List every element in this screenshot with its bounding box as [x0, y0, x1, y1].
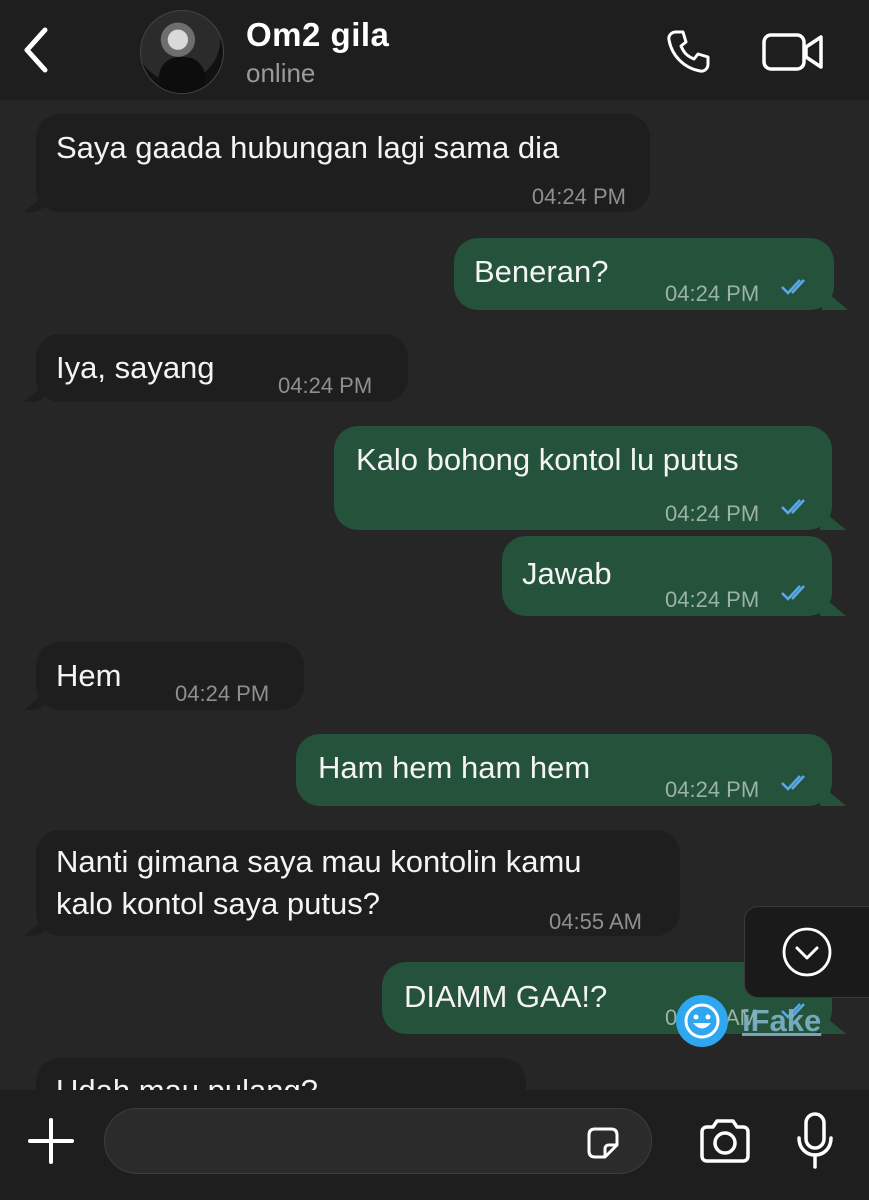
microphone-icon	[797, 1112, 833, 1169]
watermark-text: iFake	[742, 1003, 822, 1038]
video-call-button[interactable]	[758, 28, 828, 76]
message-time: 04:24 PM	[665, 587, 760, 612]
message-text: Udah mau pulang?	[56, 1070, 318, 1090]
message-incoming[interactable]: Iya, sayang 04:24 PM	[36, 334, 408, 402]
compose-bar	[0, 1090, 869, 1200]
plus-icon	[28, 1118, 74, 1164]
message-time: 04:24 PM	[531, 184, 626, 209]
message-outgoing[interactable]: Ham hem ham hem 04:24 PM	[296, 734, 832, 806]
avatar[interactable]	[140, 10, 224, 94]
phone-icon	[667, 30, 710, 73]
message-outgoing[interactable]: Beneran? 04:24 PM	[454, 238, 834, 310]
message-text: Kalo bohong kontol lu putus	[356, 442, 739, 477]
message-text: Beneran?	[474, 254, 609, 289]
message-time: 04:24 PM	[665, 777, 760, 802]
message-incoming[interactable]: Hem 04:24 PM	[36, 642, 304, 710]
message-time: 04:24 PM	[278, 373, 373, 398]
back-button[interactable]	[14, 22, 58, 78]
message-time: 04:24 PM	[175, 681, 270, 706]
message-text: DIAMM GAA!?	[404, 979, 608, 1014]
message-time: 04:24 PM	[665, 501, 760, 526]
camera-button[interactable]	[696, 1114, 754, 1168]
contact-name[interactable]: Om2 gila	[246, 16, 389, 54]
chevron-down-circle-icon	[782, 927, 832, 977]
scroll-to-bottom-button[interactable]	[744, 906, 869, 998]
message-incoming[interactable]: Nanti gimana saya mau kontolin kamu kalo…	[36, 830, 680, 936]
video-camera-icon	[762, 33, 823, 71]
message-outgoing[interactable]: Kalo bohong kontol lu putus 04:24 PM	[334, 426, 832, 530]
message-list[interactable]: Saya gaada hubungan lagi sama dia 04:24 …	[0, 100, 869, 1090]
voice-call-button[interactable]	[660, 24, 716, 80]
message-incoming[interactable]: Udah mau pulang?	[36, 1058, 526, 1090]
microphone-button[interactable]	[790, 1110, 840, 1174]
watermark: iFake	[676, 993, 821, 1049]
message-time: 04:24 PM	[665, 281, 760, 306]
read-ticks-icon	[781, 279, 805, 295]
read-ticks-icon	[781, 775, 805, 791]
message-text: Hem	[56, 658, 122, 693]
message-text: Nanti gimana saya mau kontolin kamu kalo…	[56, 844, 582, 921]
message-time: 04:55 AM	[549, 909, 642, 934]
message-text: Saya gaada hubungan lagi sama dia	[56, 130, 560, 165]
camera-icon	[700, 1119, 750, 1163]
chat-header: Om2 gila online	[0, 0, 869, 100]
message-field[interactable]	[104, 1108, 652, 1175]
chevron-left-icon	[24, 27, 48, 73]
read-ticks-icon	[781, 499, 805, 515]
attach-button[interactable]	[22, 1112, 80, 1170]
read-ticks-icon	[781, 585, 805, 601]
smiley-icon	[676, 995, 728, 1047]
contact-status: online	[246, 58, 316, 88]
message-incoming[interactable]: Saya gaada hubungan lagi sama dia 04:24 …	[36, 114, 650, 212]
message-text: Iya, sayang	[56, 350, 215, 385]
message-outgoing[interactable]: Jawab 04:24 PM	[502, 536, 832, 616]
sticker-icon[interactable]	[583, 1123, 623, 1163]
message-input[interactable]	[125, 1109, 569, 1175]
message-text: Jawab	[522, 556, 612, 591]
message-text: Ham hem ham hem	[318, 750, 591, 785]
